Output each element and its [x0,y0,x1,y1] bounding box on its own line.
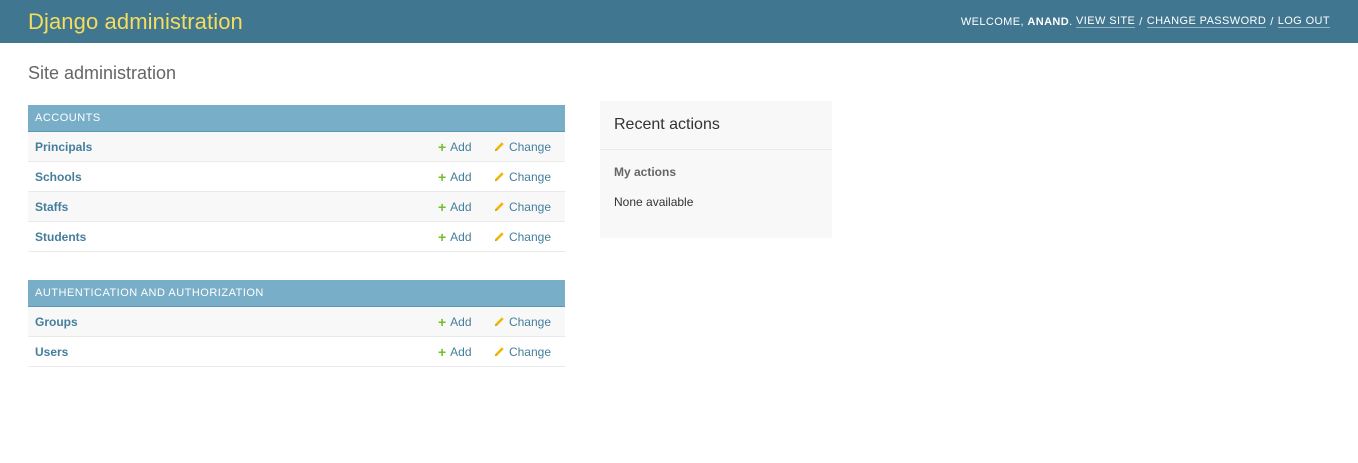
add-button[interactable]: + Add [438,315,494,329]
pencil-icon [494,202,504,212]
add-label: Add [450,139,472,154]
none-available-text: None available [614,195,694,209]
view-site-link[interactable]: VIEW SITE [1076,15,1136,28]
model-link-groups[interactable]: Groups [35,315,438,329]
pencil-icon [494,142,504,152]
module-accounts: Accounts Principals + Add Change Schools [28,105,565,252]
header: Django administration WELCOME, ANAND . V… [0,0,1358,43]
change-label: Change [508,169,551,184]
change-label: Change [508,229,551,244]
model-link-principals[interactable]: Principals [35,140,438,154]
username: ANAND [1027,15,1070,28]
recent-actions-title: Recent actions [600,101,832,150]
table-row: Principals + Add Change [28,132,565,162]
change-password-link[interactable]: CHANGE PASSWORD [1146,15,1267,28]
module-caption-auth[interactable]: Authentication and Authorization [28,280,565,307]
model-link-users[interactable]: Users [35,345,438,359]
recent-actions-panel: Recent actions My actions None available [600,101,832,238]
separator: / [1139,15,1143,28]
add-button[interactable]: + Add [438,200,494,214]
change-button[interactable]: Change [494,345,551,359]
plus-icon: + [437,343,447,360]
model-link-staffs[interactable]: Staffs [35,200,438,214]
change-button[interactable]: Change [494,200,551,214]
module-caption-accounts[interactable]: Accounts [28,105,565,132]
model-link-schools[interactable]: Schools [35,170,438,184]
pencil-icon [494,232,504,242]
app-list: Accounts Principals + Add Change Schools [28,105,565,395]
plus-icon: + [437,198,447,215]
add-label: Add [450,169,472,184]
change-label: Change [508,344,551,359]
add-label: Add [450,199,472,214]
log-out-link[interactable]: LOG OUT [1277,15,1330,28]
table-row: Staffs + Add Change [28,192,565,222]
add-button[interactable]: + Add [438,170,494,184]
add-button[interactable]: + Add [438,230,494,244]
plus-icon: + [437,138,447,155]
page-title: Site administration [28,63,177,83]
plus-icon: + [437,168,447,185]
add-button[interactable]: + Add [438,140,494,154]
change-button[interactable]: Change [494,170,551,184]
change-label: Change [508,314,551,329]
site-brand[interactable]: Django administration [28,9,243,35]
table-row: Groups + Add Change [28,307,565,337]
model-link-students[interactable]: Students [35,230,438,244]
change-button[interactable]: Change [494,230,551,244]
change-label: Change [508,199,551,214]
pencil-icon [494,347,504,357]
module-auth: Authentication and Authorization Groups … [28,280,565,367]
user-tools: WELCOME, ANAND . VIEW SITE / CHANGE PASS… [961,15,1330,28]
change-label: Change [508,139,551,154]
pencil-icon [494,172,504,182]
table-row: Users + Add Change [28,337,565,367]
my-actions-heading: My actions [614,165,677,179]
add-button[interactable]: + Add [438,345,494,359]
table-row: Schools + Add Change [28,162,565,192]
plus-icon: + [437,313,447,330]
add-label: Add [450,229,472,244]
separator: / [1270,15,1274,28]
plus-icon: + [437,228,447,245]
add-label: Add [450,314,472,329]
add-label: Add [450,344,472,359]
change-button[interactable]: Change [494,140,551,154]
welcome-text: WELCOME, [960,15,1024,28]
change-button[interactable]: Change [494,315,551,329]
pencil-icon [494,317,504,327]
table-row: Students + Add Change [28,222,565,252]
